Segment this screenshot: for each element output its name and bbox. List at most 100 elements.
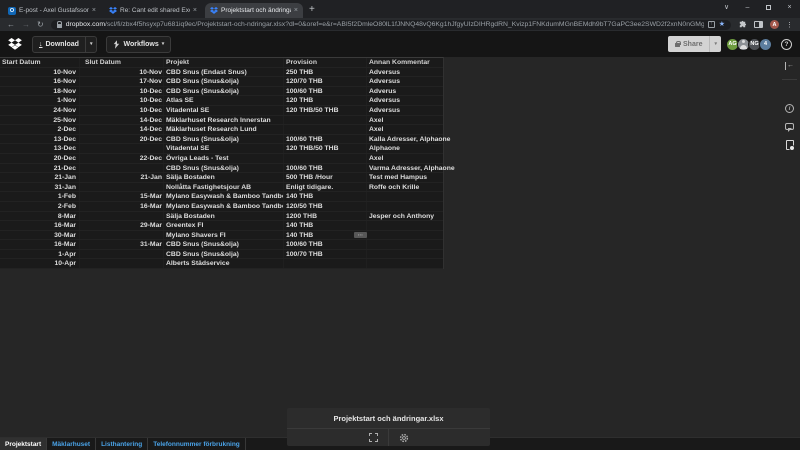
- cell-provision[interactable]: Enligt tidigare.: [284, 182, 367, 192]
- cell-annan-kommentar[interactable]: Test med Hampus: [367, 173, 443, 182]
- url-omnibox[interactable]: dropbox.com/scl/fi/zbx4f5hsyxp7u681iq9ec…: [50, 19, 731, 30]
- cell-start-datum[interactable]: 18-Nov: [0, 86, 80, 96]
- sheet-tab-telefonnummer[interactable]: Telefonnummer förbrukning: [148, 438, 246, 450]
- cell-annan-kommentar[interactable]: [367, 202, 443, 211]
- browser-tab-email-thread[interactable]: Re: Cant edit shared Excel - Dro ×: [104, 3, 202, 18]
- cell-annan-kommentar[interactable]: Adverus: [367, 87, 443, 96]
- cell-slut-datum[interactable]: 21-Jan: [80, 173, 164, 182]
- cell-slut-datum[interactable]: 17-Nov: [80, 77, 164, 86]
- cell-provision[interactable]: 100/60 THB: [284, 163, 367, 173]
- cell-projekt[interactable]: Atlas SE: [164, 96, 284, 105]
- column-header-annan-kommentar[interactable]: Annan Kommentar: [367, 58, 443, 67]
- cell-provision[interactable]: 100/60 THB: [284, 134, 367, 144]
- browser-menu-icon[interactable]: ⋮: [786, 21, 793, 29]
- tab-search-icon[interactable]: ∨: [716, 0, 737, 14]
- cell-provision[interactable]: 120/70 THB: [284, 77, 367, 86]
- cell-slut-datum[interactable]: 14-Dec: [80, 125, 164, 134]
- cell-start-datum[interactable]: 20-Dec: [0, 153, 80, 163]
- cell-start-datum[interactable]: 31-Jan: [0, 182, 80, 192]
- cell-slut-datum[interactable]: [80, 259, 164, 269]
- cell-provision[interactable]: [284, 115, 367, 125]
- refresh-icon[interactable]: ↻: [37, 20, 44, 29]
- cell-annan-kommentar[interactable]: Axel: [367, 154, 443, 163]
- tab-close-icon[interactable]: ×: [92, 7, 96, 14]
- cell-slut-datum[interactable]: 15-Mar: [80, 192, 164, 201]
- sheet-tab-maklarhuset[interactable]: Mäklarhuset: [47, 438, 97, 450]
- cell-projekt[interactable]: Sälja Bostaden: [164, 211, 284, 221]
- avatar-overflow-count[interactable]: 4: [759, 37, 772, 51]
- sheet-tab-projektstart[interactable]: Projektstart: [0, 438, 48, 450]
- cell-provision[interactable]: 1200 THB: [284, 211, 367, 221]
- share-page-icon[interactable]: ↑: [707, 21, 715, 28]
- cell-annan-kommentar[interactable]: Alphaone: [367, 144, 443, 153]
- new-tab-button[interactable]: +: [309, 5, 315, 15]
- cell-projekt[interactable]: Övriga Leads - Test: [164, 153, 284, 163]
- cell-annan-kommentar[interactable]: Roffe och Krille: [367, 183, 443, 192]
- cell-projekt[interactable]: Mylano Easywash & Bamboo Tandborste S: [164, 201, 284, 211]
- cell-slut-datum[interactable]: 20-Dec: [80, 134, 164, 144]
- column-header-slut-datum[interactable]: Slut Datum: [80, 58, 164, 67]
- extensions-puzzle-icon[interactable]: [738, 20, 747, 29]
- cell-projekt[interactable]: Mäklarhuset Research Lund: [164, 125, 284, 134]
- cell-projekt[interactable]: CBD Snus (Snus&olja): [164, 86, 284, 96]
- browser-tab-outlook[interactable]: O E-post - Axel Gustafsson - Outlo ×: [3, 3, 101, 18]
- cell-slut-datum[interactable]: [80, 230, 164, 240]
- sheet-tab-listhantering[interactable]: Listhantering: [96, 438, 149, 450]
- cell-projekt[interactable]: Alberts Städservice: [164, 259, 284, 269]
- cell-start-datum[interactable]: 30-Mar: [0, 230, 80, 240]
- forward-icon[interactable]: →: [22, 20, 30, 29]
- cell-provision[interactable]: 140 THB: [284, 192, 367, 201]
- workflows-button[interactable]: Workflows ▾: [106, 35, 172, 53]
- cell-annan-kommentar[interactable]: Jesper och Anthony: [367, 212, 443, 221]
- back-icon[interactable]: ←: [7, 20, 15, 29]
- cell-slut-datum[interactable]: 22-Dec: [80, 153, 164, 163]
- cell-start-datum[interactable]: 16-Mar: [0, 240, 80, 249]
- cell-start-datum[interactable]: 25-Nov: [0, 115, 80, 125]
- column-header-projekt[interactable]: Projekt: [164, 58, 284, 67]
- cell-slut-datum[interactable]: [80, 249, 164, 259]
- bookmark-star-icon[interactable]: ★: [719, 21, 725, 28]
- cell-projekt[interactable]: Mylano Shavers FI: [164, 230, 284, 240]
- cell-annan-kommentar[interactable]: [367, 259, 443, 268]
- cell-slut-datum[interactable]: [80, 182, 164, 192]
- expand-fullscreen-button[interactable]: [359, 429, 388, 446]
- side-panel-icon[interactable]: [754, 21, 763, 28]
- cell-provision[interactable]: 500 THB /Hour: [284, 173, 367, 182]
- cell-start-datum[interactable]: 21-Jan: [0, 173, 80, 182]
- cell-projekt[interactable]: Greentex FI: [164, 221, 284, 230]
- cell-annan-kommentar[interactable]: Axel: [367, 125, 443, 134]
- cell-provision[interactable]: 120 THB/50 THB: [284, 144, 367, 153]
- cell-slut-datum[interactable]: 31-Mar: [80, 240, 164, 249]
- cell-slut-datum[interactable]: 16-Mar: [80, 201, 164, 211]
- tab-close-icon[interactable]: ×: [294, 7, 298, 14]
- cell-annan-kommentar[interactable]: [367, 231, 443, 240]
- cell-start-datum[interactable]: 13-Dec: [0, 134, 80, 144]
- cell-provision[interactable]: 120 THB/50 THB: [284, 105, 367, 115]
- window-close-button[interactable]: ×: [779, 0, 800, 14]
- cell-start-datum[interactable]: 24-Nov: [0, 105, 80, 115]
- cell-slut-datum[interactable]: [80, 211, 164, 221]
- help-button[interactable]: ?: [781, 38, 792, 50]
- cell-start-datum[interactable]: 1-Nov: [0, 96, 80, 105]
- cell-start-datum[interactable]: 16-Mar: [0, 221, 80, 230]
- cell-slut-datum[interactable]: 10-Dec: [80, 86, 164, 96]
- window-maximize-button[interactable]: [758, 0, 779, 14]
- settings-gear-button[interactable]: [387, 429, 419, 446]
- cell-start-datum[interactable]: 13-Dec: [0, 144, 80, 153]
- cell-projekt[interactable]: Nollåtta Fastighetsjour AB: [164, 182, 284, 192]
- column-header-start-datum[interactable]: Start Datum: [0, 58, 80, 67]
- cell-slut-datum[interactable]: 10-Dec: [80, 96, 164, 105]
- share-options-button[interactable]: ▾: [709, 36, 721, 52]
- cell-start-datum[interactable]: 1-Feb: [0, 192, 80, 201]
- cell-start-datum[interactable]: 21-Dec: [0, 163, 80, 173]
- cell-start-datum[interactable]: 16-Nov: [0, 77, 80, 86]
- cell-provision[interactable]: [284, 153, 367, 163]
- cell-annan-kommentar[interactable]: [367, 192, 443, 201]
- cell-start-datum[interactable]: 2-Dec: [0, 125, 80, 134]
- cell-slut-datum[interactable]: [80, 163, 164, 173]
- info-icon[interactable]: i: [785, 104, 794, 113]
- cell-provision[interactable]: [284, 125, 367, 134]
- cell-annan-kommentar[interactable]: [367, 250, 443, 259]
- cell-annan-kommentar[interactable]: Adversus: [367, 68, 443, 77]
- cell-annan-kommentar[interactable]: Adversus: [367, 106, 443, 115]
